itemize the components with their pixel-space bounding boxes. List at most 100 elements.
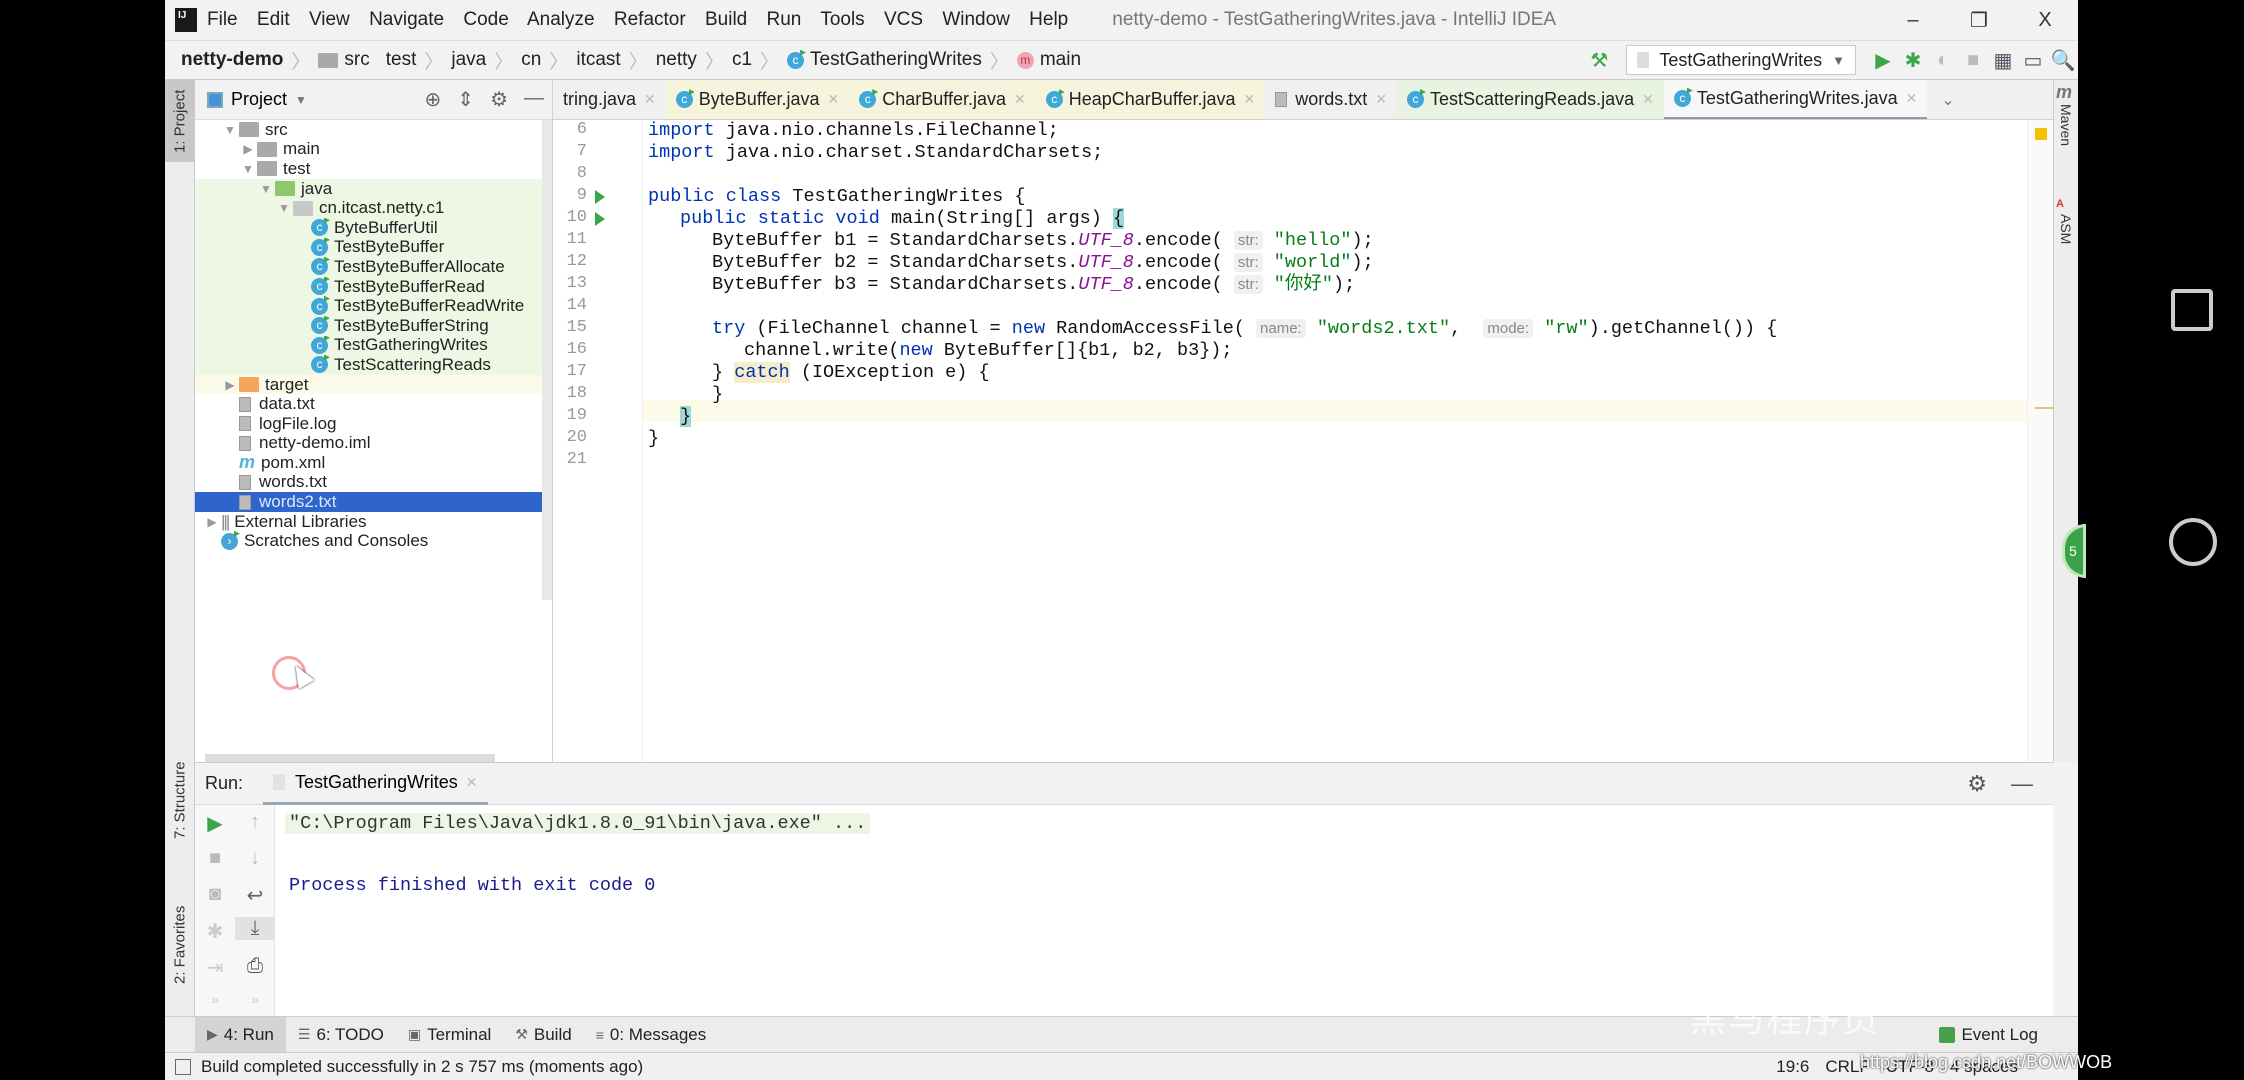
breadcrumb-cn[interactable]: cn bbox=[521, 49, 541, 71]
caret-position[interactable]: 19:6 bbox=[1776, 1057, 1809, 1077]
project-structure-icon[interactable]: ▦ bbox=[1988, 48, 2018, 73]
hide-icon[interactable]: — bbox=[524, 87, 544, 112]
run-gutter-icon[interactable] bbox=[595, 190, 605, 204]
android-recents-button[interactable] bbox=[2171, 289, 2213, 331]
debug-bug-icon[interactable]: ✱ bbox=[195, 919, 235, 944]
tool-window-structure[interactable]: 7: Structure bbox=[165, 745, 195, 855]
menu-build[interactable]: Build bbox=[705, 9, 747, 30]
stop-icon[interactable]: ■ bbox=[195, 847, 235, 870]
editor-tab-testgatheringwrites-java[interactable]: c TestGatheringWrites.java ✕ bbox=[1663, 80, 1928, 119]
breadcrumb-method[interactable]: main bbox=[1040, 49, 1081, 71]
project-view-select[interactable]: Project bbox=[231, 89, 287, 110]
editor-tab-heapcharbuffer-java[interactable]: c HeapCharBuffer.java ✕ bbox=[1035, 80, 1266, 119]
tree-item-scratches-and-consoles[interactable]: › Scratches and Consoles bbox=[195, 531, 552, 551]
tree-item-testscatteringreads[interactable]: c TestScatteringReads bbox=[195, 355, 552, 375]
breadcrumb-netty[interactable]: netty bbox=[656, 49, 697, 71]
terminal-window-icon[interactable]: ▭ bbox=[2018, 48, 2048, 73]
chevron-down-icon[interactable]: ▼ bbox=[295, 93, 307, 107]
gear-icon[interactable]: ⚙ bbox=[1967, 771, 1987, 797]
menu-navigate[interactable]: Navigate bbox=[369, 9, 444, 30]
tree-item-target[interactable]: ▶ target bbox=[195, 374, 552, 395]
tool-tab-run[interactable]: ▶ 4: Run bbox=[195, 1016, 286, 1053]
editor-scrollbar[interactable] bbox=[2027, 120, 2053, 762]
tree-item-netty-demo-iml[interactable]: netty-demo.iml bbox=[195, 434, 552, 454]
tool-window-maven[interactable]: Maven bbox=[2058, 104, 2074, 146]
close-icon[interactable]: ✕ bbox=[466, 774, 478, 791]
run-tab[interactable]: TestGatheringWrites ✕ bbox=[263, 763, 488, 805]
collapse-all-icon[interactable]: ⇕ bbox=[457, 87, 474, 112]
tree-item-testbytebuffer[interactable]: c TestByteBuffer bbox=[195, 237, 552, 258]
menu-edit[interactable]: Edit bbox=[257, 9, 290, 30]
tree-item-testbytebufferreadwrite[interactable]: c TestByteBufferReadWrite bbox=[195, 296, 552, 316]
menu-file[interactable]: File bbox=[207, 9, 238, 30]
breadcrumb-class[interactable]: TestGatheringWrites bbox=[810, 49, 982, 71]
tabs-overflow-chevron-icon[interactable]: ⌄ bbox=[1941, 90, 1954, 110]
toggle-tool-windows-icon[interactable] bbox=[175, 1058, 191, 1075]
more-icon[interactable]: » bbox=[235, 991, 275, 1007]
tree-item-data-txt[interactable]: data.txt bbox=[195, 394, 552, 414]
menu-vcs[interactable]: VCS bbox=[884, 9, 923, 30]
search-icon[interactable]: 🔍 bbox=[2048, 48, 2078, 73]
event-log-button[interactable]: Event Log bbox=[1939, 1025, 2038, 1045]
rerun-icon[interactable]: ▶ bbox=[195, 811, 235, 836]
breadcrumb-java[interactable]: java bbox=[451, 49, 486, 71]
menu-window[interactable]: Window bbox=[942, 9, 1010, 30]
close-icon[interactable]: ✕ bbox=[1014, 91, 1026, 108]
close-icon[interactable]: ✕ bbox=[1642, 91, 1654, 108]
tree-item-testbytebufferread[interactable]: c TestByteBufferRead bbox=[195, 276, 552, 297]
build-hammer-icon[interactable]: ⚒ bbox=[1584, 48, 1614, 73]
run-configuration-select[interactable]: TestGatheringWrites ▼ bbox=[1626, 45, 1856, 75]
close-icon[interactable]: ✕ bbox=[828, 91, 840, 108]
scroll-to-end-icon[interactable]: ⤓ bbox=[235, 917, 275, 940]
menu-tools[interactable]: Tools bbox=[820, 9, 864, 30]
breadcrumb-project[interactable]: netty-demo bbox=[181, 49, 283, 71]
dump-threads-icon[interactable]: ◙ bbox=[195, 883, 235, 906]
tool-tab-todo[interactable]: ☰ 6: TODO bbox=[286, 1017, 396, 1053]
expand-right-icon[interactable]: ▶ bbox=[239, 142, 257, 156]
minimize-button[interactable]: – bbox=[1880, 9, 1946, 32]
android-home-button[interactable] bbox=[2169, 518, 2217, 566]
menu-help[interactable]: Help bbox=[1029, 9, 1068, 30]
tool-window-asm[interactable]: ASM bbox=[2058, 214, 2074, 244]
tree-item-logfile-log[interactable]: logFile.log bbox=[195, 414, 552, 434]
expand-down-icon[interactable]: ▼ bbox=[239, 162, 257, 176]
expand-right-icon[interactable]: ▶ bbox=[203, 515, 221, 529]
gear-icon[interactable]: ⚙ bbox=[490, 87, 508, 112]
vertical-scrollbar[interactable] bbox=[542, 120, 552, 600]
editor-tab-testscatteringreads-java[interactable]: c TestScatteringReads.java ✕ bbox=[1397, 80, 1664, 119]
tree-item-src[interactable]: ▼ src bbox=[195, 120, 552, 140]
arrow-down-icon[interactable]: ↓ bbox=[235, 847, 275, 870]
horizontal-scrollbar[interactable] bbox=[205, 754, 495, 762]
tool-tab-messages[interactable]: ≡ 0: Messages bbox=[584, 1017, 719, 1053]
editor-tab-bytebuffer-java[interactable]: c ByteBuffer.java ✕ bbox=[665, 80, 850, 119]
breadcrumb-test[interactable]: test bbox=[386, 49, 417, 71]
locate-icon[interactable]: ⊕ bbox=[425, 87, 442, 112]
stop-icon[interactable]: ■ bbox=[1958, 49, 1988, 72]
run-gutter-icon[interactable] bbox=[595, 212, 605, 226]
expand-right-icon[interactable]: ▶ bbox=[221, 378, 239, 392]
tree-item-bytebufferutil[interactable]: c ByteBufferUtil bbox=[195, 217, 552, 238]
tool-tab-build[interactable]: ⚒ Build bbox=[503, 1017, 583, 1053]
tree-item-cn-itcast-netty-c1[interactable]: ▼ cn.itcast.netty.c1 bbox=[195, 198, 552, 218]
breadcrumb-itcast[interactable]: itcast bbox=[576, 49, 620, 71]
close-icon[interactable]: ✕ bbox=[644, 91, 656, 108]
exit-icon[interactable]: ⇥ bbox=[195, 955, 235, 980]
tree-item-testgatheringwrites[interactable]: c TestGatheringWrites bbox=[195, 335, 552, 356]
more-icon[interactable]: » bbox=[195, 991, 235, 1007]
tree-item-test[interactable]: ▼ test bbox=[195, 159, 552, 179]
warning-marker-icon[interactable] bbox=[2035, 128, 2047, 140]
print-icon[interactable]: ⎙ bbox=[235, 955, 275, 978]
tree-item-testbytebufferallocate[interactable]: c TestByteBufferAllocate bbox=[195, 257, 552, 277]
menu-view[interactable]: View bbox=[309, 9, 350, 30]
tool-tab-terminal[interactable]: ▣ Terminal bbox=[396, 1017, 503, 1053]
editor-tab-words-txt[interactable]: words.txt ✕ bbox=[1265, 80, 1397, 119]
expand-down-icon[interactable]: ▼ bbox=[275, 201, 293, 215]
tree-item-pom-xml[interactable]: m pom.xml bbox=[195, 453, 552, 473]
tool-window-favorites[interactable]: 2: Favorites bbox=[165, 880, 195, 1010]
debug-icon[interactable]: ✱ bbox=[1898, 48, 1928, 73]
menu-code[interactable]: Code bbox=[463, 9, 508, 30]
soft-wrap-icon[interactable]: ↩ bbox=[235, 883, 275, 908]
close-icon[interactable]: ✕ bbox=[1375, 91, 1387, 108]
breadcrumb-c1[interactable]: c1 bbox=[732, 49, 752, 71]
menu-refactor[interactable]: Refactor bbox=[614, 9, 686, 30]
